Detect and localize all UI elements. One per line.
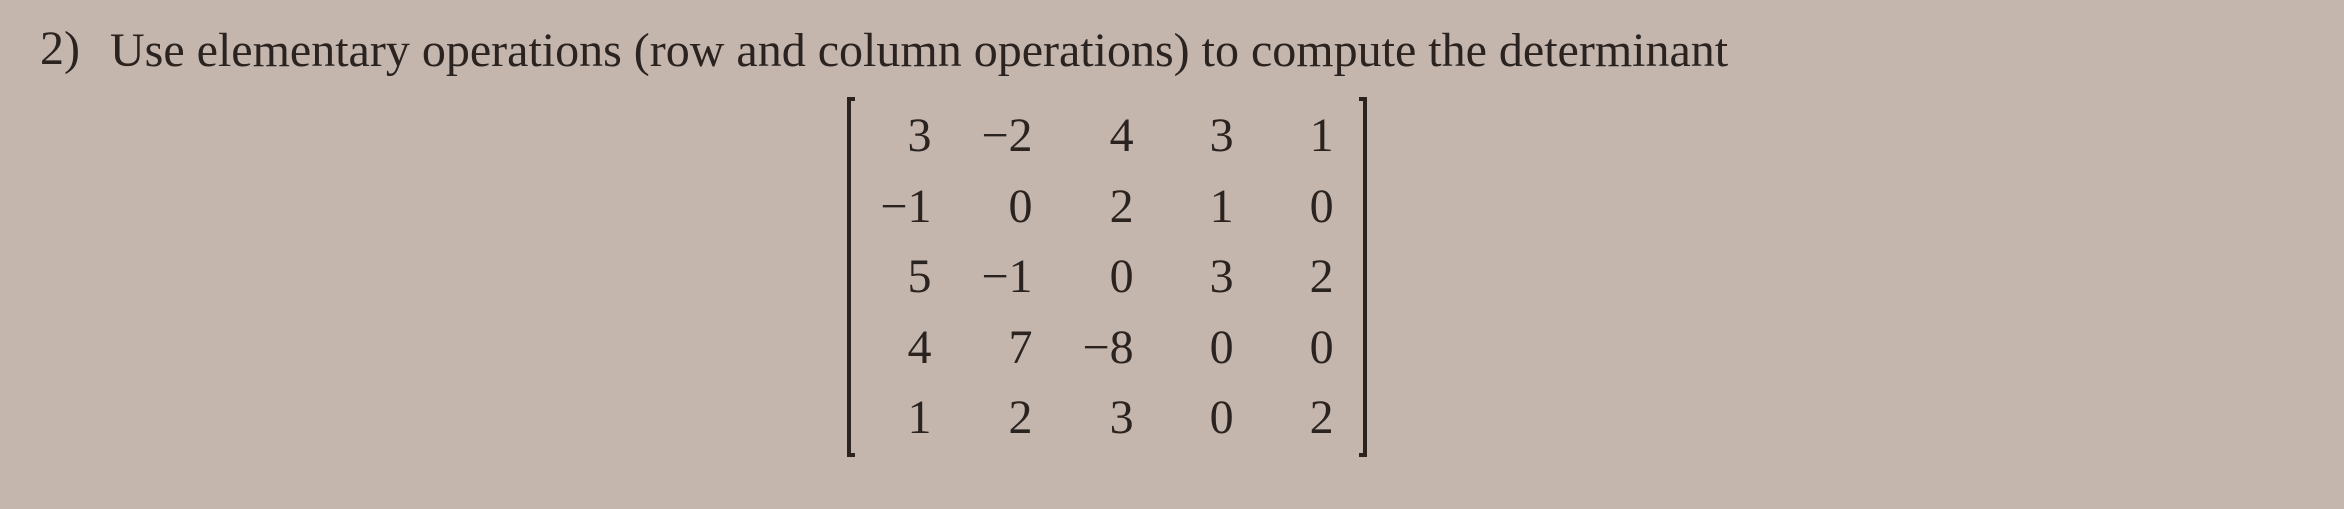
matrix-grid: 3 −2 4 3 1 −1 0 2 1 0 5 −1 0 3 2 4 7 bbox=[855, 97, 1358, 457]
matrix-cell: 2 bbox=[1284, 246, 1334, 308]
matrix-cell: −8 bbox=[1083, 317, 1134, 379]
matrix-cell: 0 bbox=[1284, 317, 1334, 379]
matrix-cell: 2 bbox=[1284, 387, 1334, 449]
bracket-left bbox=[847, 97, 855, 457]
matrix-cell: 3 bbox=[1184, 246, 1234, 308]
matrix-cell: 3 bbox=[1184, 105, 1234, 167]
matrix-cell: 0 bbox=[981, 176, 1032, 238]
matrix-cell: 1 bbox=[1184, 176, 1234, 238]
matrix-cell: 4 bbox=[1083, 105, 1134, 167]
matrix-cell: −2 bbox=[981, 105, 1032, 167]
matrix-cell: 2 bbox=[1083, 176, 1134, 238]
matrix-cell: 1 bbox=[880, 387, 931, 449]
problem-container: 2) Use elementary operations (row and co… bbox=[40, 20, 2304, 457]
matrix-cell: 0 bbox=[1284, 176, 1334, 238]
matrix-cell: 5 bbox=[880, 246, 931, 308]
determinant-matrix: 3 −2 4 3 1 −1 0 2 1 0 5 −1 0 3 2 4 7 bbox=[847, 97, 1366, 457]
matrix-cell: 4 bbox=[880, 317, 931, 379]
problem-content: Use elementary operations (row and colum… bbox=[110, 20, 2304, 457]
matrix-cell: 0 bbox=[1083, 246, 1134, 308]
matrix-cell: −1 bbox=[981, 246, 1032, 308]
matrix-cell: 0 bbox=[1184, 317, 1234, 379]
determinant-container: 3 −2 4 3 1 −1 0 2 1 0 5 −1 0 3 2 4 7 bbox=[110, 97, 2304, 457]
matrix-cell: 1 bbox=[1284, 105, 1334, 167]
matrix-cell: −1 bbox=[880, 176, 931, 238]
matrix-cell: 0 bbox=[1184, 387, 1234, 449]
matrix-cell: 3 bbox=[880, 105, 931, 167]
problem-number: 2) bbox=[40, 20, 80, 78]
bracket-right bbox=[1359, 97, 1367, 457]
problem-text: Use elementary operations (row and colum… bbox=[110, 20, 2304, 82]
matrix-cell: 7 bbox=[981, 317, 1032, 379]
matrix-cell: 2 bbox=[981, 387, 1032, 449]
matrix-cell: 3 bbox=[1083, 387, 1134, 449]
